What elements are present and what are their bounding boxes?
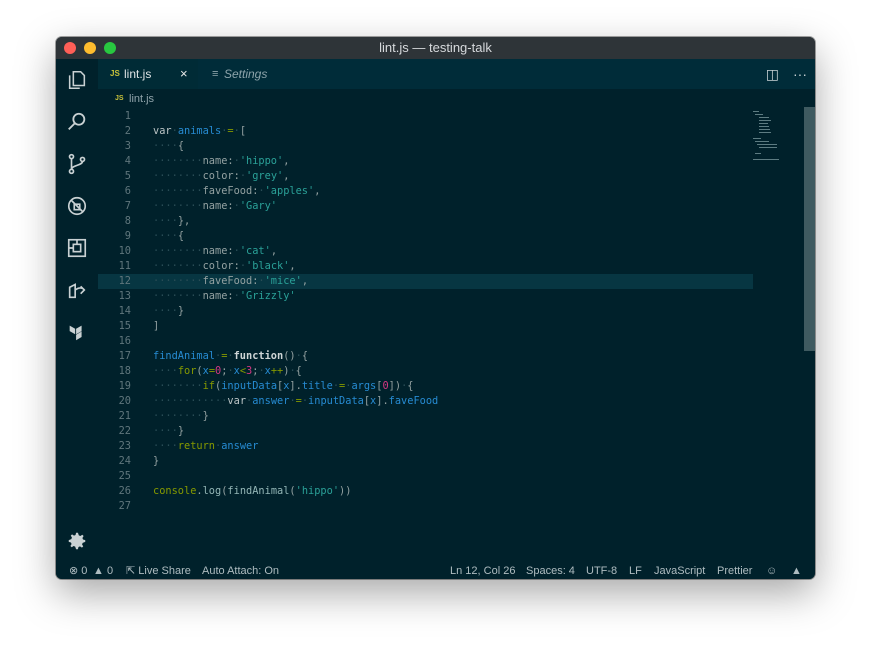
tab-settings[interactable]: ≡ Settings — [198, 59, 306, 89]
errors-indicator[interactable]: ⊗ 0 — [69, 563, 87, 579]
code-line-current: 12 ········faveFood:·'mice', — [98, 274, 753, 289]
minimize-window-button[interactable] — [84, 42, 96, 54]
code-line: 26 console.log(findAnimal('hippo')) — [118, 485, 352, 497]
editor-actions: ◫ ··· — [766, 59, 807, 89]
code-line: 8 ····}, — [124, 215, 191, 227]
code-line: 4 ········name:·'hippo', — [124, 155, 290, 167]
settings-file-icon: ≡ — [212, 68, 219, 80]
split-editor-icon[interactable]: ◫ — [766, 66, 779, 83]
code-line: 23 ····return·answer — [118, 440, 259, 452]
code-line: 17 findAnimal·=·function()·{ — [118, 350, 309, 362]
extensions-icon[interactable] — [65, 236, 89, 260]
close-window-button[interactable] — [64, 42, 76, 54]
code-line: 3 ····{ — [124, 140, 185, 152]
code-editor[interactable]: 1 2 var·animals·=·[ 3 ····{ 4 ········name:… — [98, 109, 815, 563]
status-bar: ⊗ 0 ▲ 0 ⇱ Live Share Auto Attach: On Ln … — [56, 563, 815, 579]
code-line: 11 ········color:·'black', — [118, 260, 296, 272]
notifications-bell-icon[interactable]: ▲ — [791, 563, 802, 579]
feedback-smiley-icon[interactable]: ☺ — [766, 563, 777, 579]
code-line: 10 ········name:·'cat', — [118, 245, 278, 257]
code-line: 14 ····} — [118, 305, 185, 317]
tab-lint-js[interactable]: JS lint.js × — [98, 59, 198, 89]
source-control-icon[interactable] — [65, 152, 89, 176]
explorer-icon[interactable] — [65, 68, 89, 92]
indentation-setting[interactable]: Spaces: 4 — [526, 563, 575, 579]
live-share-icon[interactable] — [65, 278, 89, 302]
live-share-button[interactable]: ⇱ Live Share — [126, 563, 191, 579]
code-line: 24} — [118, 455, 160, 467]
code-line: 6 ········faveFood:·'apples', — [124, 185, 321, 197]
auto-attach-toggle[interactable]: Auto Attach: On — [202, 563, 279, 579]
terraform-icon[interactable] — [65, 320, 89, 344]
code-line: 18 ····for(x=0;·x<3;·x++)·{ — [118, 365, 302, 377]
editor-window: lint.js — testing-talk 1 JS l — [56, 37, 815, 579]
cursor-position[interactable]: Ln 12, Col 26 — [450, 563, 515, 579]
code-line: 20 ············var·answer·=·inputData[x].… — [118, 395, 439, 407]
close-tab-button[interactable]: × — [180, 59, 188, 89]
code-line: 2 var·animals·=·[ — [124, 125, 247, 137]
encoding-setting[interactable]: UTF-8 — [586, 563, 617, 579]
window-title: lint.js — testing-talk — [379, 40, 492, 55]
code-line: 9 ····{ — [124, 230, 185, 242]
title-bar: lint.js — testing-talk — [56, 37, 815, 59]
more-actions-icon[interactable]: ··· — [793, 66, 807, 82]
breadcrumb: JS lint.js — [98, 89, 815, 109]
javascript-file-icon: JS — [115, 95, 124, 102]
search-icon[interactable] — [65, 110, 89, 134]
code-line: 15] — [118, 320, 160, 332]
formatter-indicator[interactable]: Prettier — [717, 563, 752, 579]
debug-icon[interactable] — [65, 194, 89, 218]
code-line: 16 — [118, 335, 131, 347]
code-line: 21 ········} — [118, 410, 209, 422]
code-line: 25 — [118, 470, 131, 482]
code-line: 5 ········color:·'grey', — [124, 170, 290, 182]
breadcrumb-file[interactable]: lint.js — [129, 89, 154, 109]
vertical-scrollbar[interactable] — [804, 107, 815, 351]
eol-setting[interactable]: LF — [629, 563, 642, 579]
warnings-indicator[interactable]: ▲ 0 — [93, 563, 113, 579]
zoom-window-button[interactable] — [104, 42, 116, 54]
code-line: 27 — [118, 500, 131, 512]
code-line: 7 ········name:·'Gary' — [124, 200, 278, 212]
javascript-file-icon: JS — [110, 69, 120, 78]
code-line: 1 — [124, 110, 131, 122]
code-line: 22 ····} — [118, 425, 185, 437]
tab-label: lint.js — [124, 67, 152, 81]
language-mode[interactable]: JavaScript — [654, 563, 705, 579]
minimap[interactable] — [753, 109, 803, 169]
code-line: 19 ········if(inputData[x].title·=·args[0… — [118, 380, 414, 392]
tab-label: Settings — [224, 67, 268, 81]
editor-tabs: JS lint.js × ≡ Settings ◫ ··· — [98, 59, 815, 89]
gear-icon[interactable] — [65, 529, 89, 553]
code-line: 13 ········name:·'Grizzly' — [118, 290, 296, 302]
activity-bar: 1 — [56, 59, 98, 578]
